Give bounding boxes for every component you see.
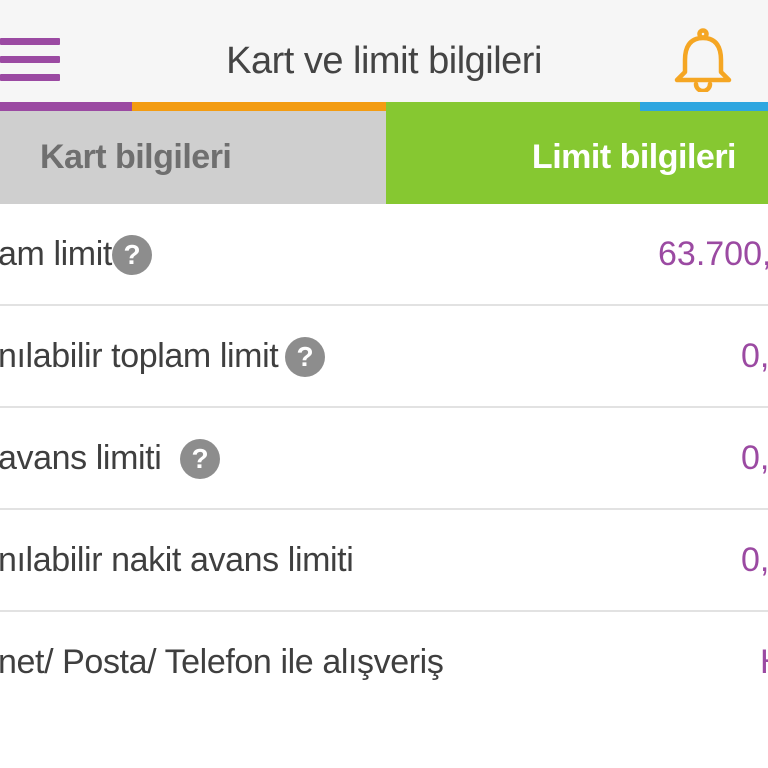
row-label: nılabilir nakit avans limiti bbox=[0, 541, 354, 579]
row-label: net/ Posta/ Telefon ile alışveriş bbox=[0, 643, 444, 681]
row-value: H bbox=[760, 612, 768, 712]
color-strip-orange bbox=[132, 102, 386, 111]
color-strip-green bbox=[386, 102, 640, 111]
bell-icon[interactable] bbox=[673, 28, 733, 94]
list-item: am limit ? 63.700, bbox=[0, 204, 768, 306]
limit-list: am limit ? 63.700, nılabilir toplam limi… bbox=[0, 204, 768, 714]
help-icon[interactable]: ? bbox=[180, 439, 220, 479]
list-item: net/ Posta/ Telefon ile alışveriş H bbox=[0, 612, 768, 714]
page-title: Kart ve limit bilgileri bbox=[226, 40, 542, 82]
help-icon[interactable]: ? bbox=[112, 235, 152, 275]
help-icon[interactable]: ? bbox=[285, 337, 325, 377]
row-value: 0, bbox=[741, 439, 768, 477]
tab-bar: Kart bilgileri Limit bilgileri bbox=[0, 111, 768, 204]
app-header: Kart ve limit bilgileri bbox=[0, 0, 768, 102]
list-item: nılabilir toplam limit ? 0, bbox=[0, 306, 768, 408]
color-strip bbox=[0, 102, 768, 111]
row-value: 63.700, bbox=[658, 235, 768, 273]
list-item: nılabilir nakit avans limiti 0, bbox=[0, 510, 768, 612]
row-value: 0, bbox=[741, 541, 768, 579]
row-label: am limit bbox=[0, 235, 112, 273]
list-item: avans limiti ? 0, bbox=[0, 408, 768, 510]
tab-limit-bilgileri[interactable]: Limit bilgileri bbox=[386, 111, 768, 204]
color-strip-blue bbox=[640, 102, 768, 111]
row-label: nılabilir toplam limit bbox=[0, 337, 279, 375]
row-value: 0, bbox=[741, 337, 768, 375]
color-strip-purple bbox=[0, 102, 132, 111]
row-label: avans limiti bbox=[0, 439, 162, 477]
tab-kart-bilgileri[interactable]: Kart bilgileri bbox=[0, 111, 386, 204]
